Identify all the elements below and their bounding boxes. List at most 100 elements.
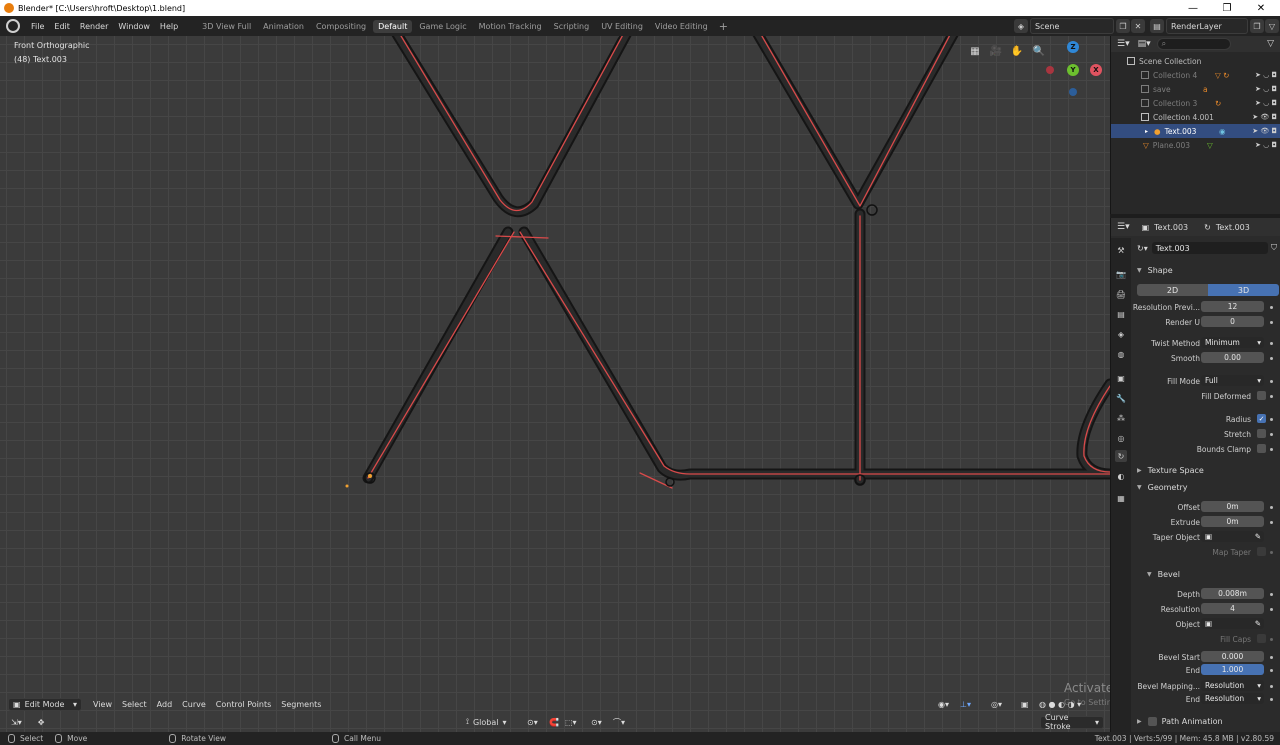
fill-mode-dropdown[interactable]: Full ▾ <box>1201 375 1264 386</box>
toggle-grid-icon[interactable]: ▦ <box>966 42 984 60</box>
pan-hand-icon[interactable]: ✋ <box>1008 42 1026 60</box>
shading-modes-icon[interactable]: ◍ ● ◐ ◑ ▾ <box>1034 700 1086 709</box>
keyframe-dot[interactable] <box>1270 418 1273 421</box>
smooth-field[interactable]: 0.00 <box>1201 352 1264 363</box>
tab-default[interactable]: Default <box>373 19 413 33</box>
keyframe-dot[interactable] <box>1270 698 1273 701</box>
add-workspace-button[interactable]: + <box>715 20 732 33</box>
overlays-icon[interactable]: ◎▾ <box>986 700 1007 709</box>
eyedropper-icon[interactable]: ✎ <box>1255 619 1261 628</box>
section-shape[interactable]: ▼ Shape <box>1131 263 1280 277</box>
gizmo-toggle-icon[interactable]: ⊥▾ <box>955 700 976 709</box>
vp-menu-view[interactable]: View <box>88 700 117 709</box>
object-tab-icon[interactable]: ▣ <box>1115 372 1127 384</box>
keyframe-dot[interactable] <box>1270 506 1273 509</box>
menu-file[interactable]: File <box>26 22 49 31</box>
visibility-toggles[interactable]: ➤ ◡ ◘ <box>1255 71 1277 79</box>
radius-checkbox[interactable]: ✓ <box>1257 414 1266 423</box>
transform-orientation[interactable]: ⟟ Global ▾ <box>466 717 507 727</box>
camera-view-icon[interactable]: 🎥 <box>987 42 1005 60</box>
tool-tab-icon[interactable]: ⚒ <box>1115 244 1127 256</box>
keyframe-dot[interactable] <box>1270 321 1273 324</box>
stretch-checkbox[interactable] <box>1257 429 1266 438</box>
outliner-scene-collection[interactable]: Scene Collection <box>1111 54 1280 68</box>
keyframe-dot[interactable] <box>1270 448 1273 451</box>
vp-menu-curve[interactable]: Curve <box>177 700 211 709</box>
outliner-item-collection-4[interactable]: Collection 4 ▽ ↻ ➤ ◡ ◘ <box>1111 68 1280 82</box>
scene-selector-icon[interactable]: ◈ <box>1014 19 1028 33</box>
section-texture-space[interactable]: ▶ Texture Space <box>1131 463 1280 477</box>
outliner-item-save[interactable]: save a ➤ ◡ ◘ <box>1111 82 1280 96</box>
material-tab-icon[interactable]: ◐ <box>1115 470 1127 482</box>
pivot-point-icon[interactable]: ⊙▾ <box>522 718 543 727</box>
blender-logo-icon[interactable] <box>6 19 20 33</box>
close-button[interactable]: ✕ <box>1244 0 1278 16</box>
tab-uv-editing[interactable]: UV Editing <box>596 20 648 33</box>
dimension-3d-button[interactable]: 3D <box>1208 284 1279 296</box>
menu-render[interactable]: Render <box>75 22 113 31</box>
menu-help[interactable]: Help <box>155 22 183 31</box>
outliner-item-plane-003[interactable]: ▽ Plane.003 ▽ ➤ ◡ ◘ <box>1111 138 1280 152</box>
visibility-toggles[interactable]: ➤ ◡ ◘ <box>1255 85 1277 93</box>
neg-x-axis-gizmo[interactable] <box>1046 66 1054 74</box>
eyedropper-icon[interactable]: ✎ <box>1255 532 1261 541</box>
datablock-name-field[interactable]: Text.003 <box>1151 242 1268 254</box>
particles-tab-icon[interactable]: ⁂ <box>1115 412 1127 424</box>
snap-target-icon[interactable]: ⬚▾ <box>560 718 582 727</box>
dimension-2d-button[interactable]: 2D <box>1137 284 1208 296</box>
bevel-end-field[interactable]: 1.000 <box>1201 664 1264 675</box>
expand-arrow-icon[interactable]: ▸ <box>1145 128 1148 135</box>
outliner-item-text-003[interactable]: ▸ ● Text.003 ◉ ➤ 👁 ◘ <box>1111 124 1280 138</box>
bevel-start-field[interactable]: 0.000 <box>1201 651 1264 662</box>
curve-data-tab-icon[interactable]: ↻ <box>1115 450 1127 462</box>
map-taper-checkbox[interactable] <box>1257 547 1266 556</box>
menu-window[interactable]: Window <box>113 22 155 31</box>
fill-deformed-checkbox[interactable] <box>1257 391 1266 400</box>
tab-game-logic[interactable]: Game Logic <box>414 20 471 33</box>
view-object-types-icon[interactable]: ◉▾ <box>933 700 954 709</box>
offset-field[interactable]: 0m <box>1201 501 1264 512</box>
visibility-toggles[interactable]: ➤ ◡ ◘ <box>1255 141 1277 149</box>
fill-caps-checkbox[interactable] <box>1257 634 1266 643</box>
outliner-item-collection-3[interactable]: Collection 3 ↻ ➤ ◡ ◘ <box>1111 96 1280 110</box>
output-tab-icon[interactable]: 🖨 <box>1115 288 1127 300</box>
tab-scripting[interactable]: Scripting <box>549 20 595 33</box>
view-layer-tab-icon[interactable]: ▤ <box>1115 308 1127 320</box>
falloff-icon[interactable]: ⌒▾ <box>608 717 630 728</box>
bevel-mapping-dropdown[interactable]: Resolution ▾ <box>1201 680 1264 691</box>
x-axis-gizmo[interactable]: X <box>1090 64 1102 76</box>
vp-menu-select[interactable]: Select <box>117 700 152 709</box>
taper-object-field[interactable]: ▣ ✎ <box>1201 531 1264 542</box>
physics-tab-icon[interactable]: ◎ <box>1115 432 1127 444</box>
datablock-selector[interactable]: ↻▾ Text.003 ⛉ <box>1137 242 1277 254</box>
keyframe-dot[interactable] <box>1270 306 1273 309</box>
resolution-preview-field[interactable]: 12 <box>1201 301 1264 312</box>
tab-video-editing[interactable]: Video Editing <box>650 20 713 33</box>
outliner-item-collection-4-001[interactable]: Collection 4.001 ➤ 👁 ◘ <box>1111 110 1280 124</box>
keyframe-dot[interactable] <box>1270 357 1273 360</box>
fake-user-icon[interactable]: ⛉ <box>1271 243 1277 253</box>
curve-stroke-dropdown[interactable]: Curve Stroke ▾ <box>1040 713 1104 731</box>
depth-field[interactable]: 0.008m <box>1201 588 1264 599</box>
y-axis-gizmo[interactable]: Y <box>1067 64 1079 76</box>
keyframe-dot[interactable] <box>1270 342 1273 345</box>
tab-3d-view-full[interactable]: 3D View Full <box>197 20 256 33</box>
tab-animation[interactable]: Animation <box>258 20 309 33</box>
maximize-button[interactable]: ❐ <box>1210 0 1244 16</box>
section-bevel[interactable]: ▼ Bevel <box>1141 567 1280 581</box>
keyframe-dot[interactable] <box>1270 656 1273 659</box>
tab-motion-tracking[interactable]: Motion Tracking <box>474 20 547 33</box>
vp-menu-control-points[interactable]: Control Points <box>211 700 277 709</box>
3d-viewport[interactable]: Front Orthographic (48) Text.003 ▦ 🎥 ✋ 🔍… <box>0 36 1110 732</box>
keyframe-dot[interactable] <box>1270 433 1273 436</box>
view-layer-icon[interactable]: ▤ <box>1150 19 1164 33</box>
display-mode-icon[interactable]: ▤▾ <box>1138 39 1151 49</box>
bevel-object-field[interactable]: ▣ ✎ <box>1201 618 1264 629</box>
filter-icon[interactable]: ▽ <box>1265 19 1279 33</box>
tool-select-box-icon[interactable]: ⇲▾ <box>6 718 27 727</box>
keyframe-dot[interactable] <box>1270 608 1273 611</box>
cursor-move-icon[interactable]: ✥ <box>33 718 50 727</box>
editor-type-icon[interactable]: ☰▾ <box>1117 39 1130 49</box>
section-geometry[interactable]: ▼ Geometry <box>1131 480 1280 494</box>
z-axis-gizmo[interactable]: Z <box>1067 41 1079 53</box>
